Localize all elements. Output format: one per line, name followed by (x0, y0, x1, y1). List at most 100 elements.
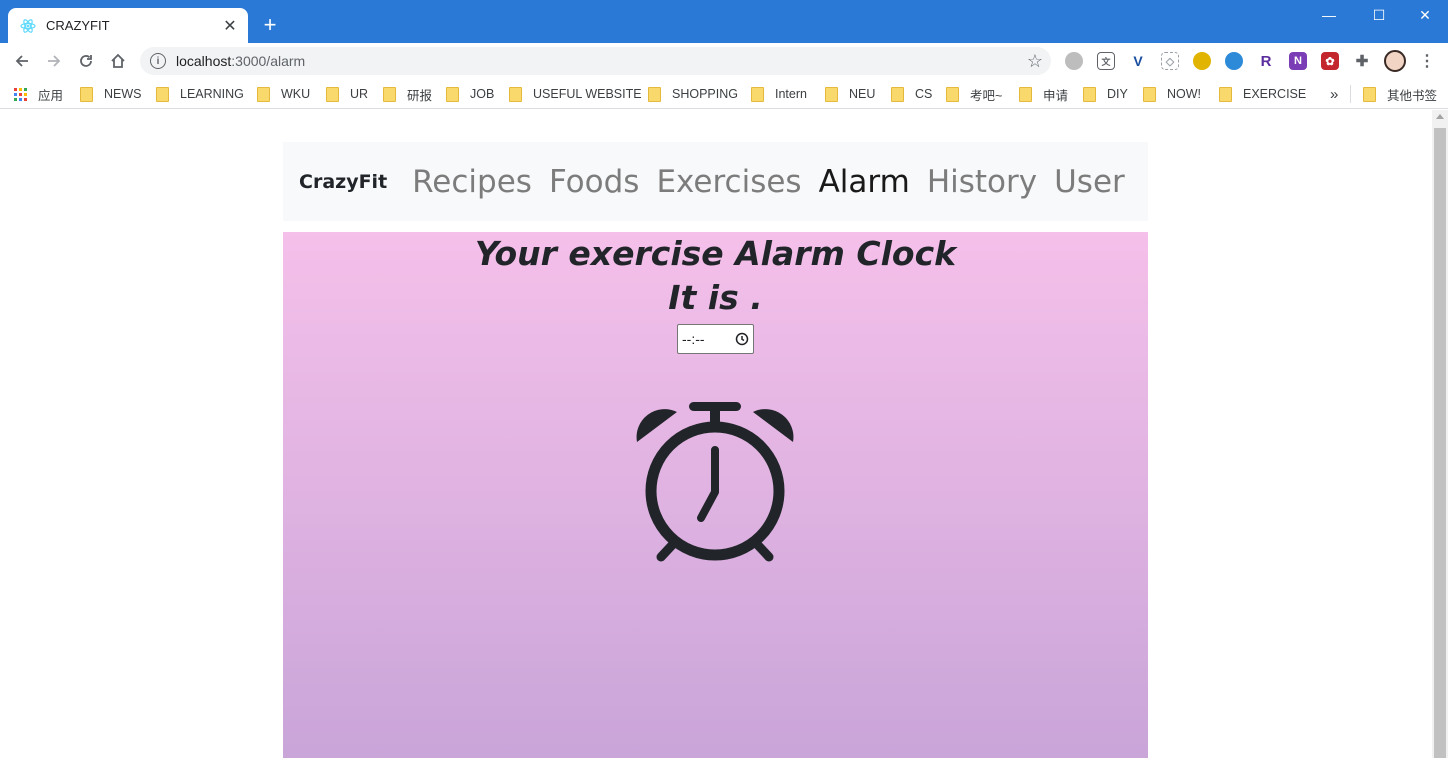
nav-link-foods[interactable]: Foods (549, 164, 640, 200)
close-window-button[interactable]: ✕ (1402, 0, 1448, 30)
shield-extension-icon[interactable]: 文 (1097, 52, 1115, 70)
bookmarks-bar: 应用 NEWS LEARNING WKU UR 研报 JOB USEFUL WE… (0, 79, 1448, 109)
arrow-right-icon (48, 55, 61, 67)
bookmark-label: 申请 (1043, 88, 1069, 103)
reload-icon (80, 55, 92, 67)
home-button[interactable] (104, 47, 132, 75)
browser-titlebar: CRAZYFIT ✕ + — ☐ ✕ (0, 0, 1448, 43)
folder-icon (156, 86, 169, 102)
folder-icon (1219, 86, 1232, 102)
bookmark-folder[interactable]: NEWS (80, 85, 142, 103)
folder-icon (1083, 86, 1096, 102)
bookmark-label: 其他书签 (1387, 88, 1438, 103)
bookmark-label: NEU (849, 87, 876, 101)
bookmark-star-icon[interactable]: ☆ (1027, 51, 1043, 71)
puzzle-extensions-icon[interactable]: ✚ (1353, 52, 1371, 70)
reload-button[interactable] (72, 47, 100, 75)
bookmark-label: Intern (775, 87, 807, 101)
nav-link-user[interactable]: User (1054, 164, 1125, 200)
folder-icon (891, 86, 904, 102)
bookmark-label: SHOPPING (672, 87, 738, 101)
new-tab-button[interactable]: + (258, 14, 282, 38)
bookmark-folder[interactable]: 申请 (1019, 85, 1068, 103)
menu-kebab-icon[interactable]: ⋮ (1418, 52, 1436, 70)
page-scrollbar[interactable] (1432, 110, 1448, 758)
bookmarks-overflow-button[interactable]: » (1330, 85, 1338, 103)
folder-icon (751, 86, 764, 102)
dashed-extension-icon[interactable]: ◇ (1161, 52, 1179, 70)
folder-icon (1363, 86, 1376, 102)
nav-link-alarm[interactable]: Alarm (819, 164, 910, 200)
bookmark-label: LEARNING (180, 87, 244, 101)
bookmark-folder[interactable]: LEARNING (156, 85, 244, 103)
bookmark-folder[interactable]: Intern (751, 85, 807, 103)
bookmark-folder[interactable]: NOW! (1143, 85, 1201, 103)
bookmark-label: CS (915, 87, 933, 101)
folder-icon (446, 86, 459, 102)
tab-close-icon[interactable]: ✕ (218, 14, 242, 38)
bookmark-folder[interactable]: DIY (1083, 85, 1128, 103)
forward-button[interactable] (40, 47, 68, 75)
bookmark-folder[interactable]: NEU (825, 85, 875, 103)
bookmark-other[interactable]: 其他书签 (1363, 85, 1437, 103)
bookmark-label: NOW! (1167, 87, 1202, 101)
nav-link-recipes[interactable]: Recipes (412, 164, 532, 200)
bookmark-label: NEWS (104, 87, 142, 101)
scrollbar-thumb[interactable] (1434, 128, 1446, 758)
yellow-extension-icon[interactable] (1193, 52, 1211, 70)
bookmark-folder[interactable]: JOB (446, 85, 494, 103)
bookmark-label: 考吧~ (970, 88, 1003, 103)
alarm-clock-icon (636, 402, 794, 562)
react-icon (20, 18, 36, 34)
r-extension-icon[interactable]: R (1257, 52, 1275, 70)
bookmark-folder[interactable]: EXERCISE (1219, 85, 1306, 103)
nav-link-exercises[interactable]: Exercises (656, 164, 801, 200)
folder-icon (383, 86, 396, 102)
folder-icon (946, 86, 959, 102)
bookmark-folder[interactable]: WKU (257, 85, 310, 103)
bookmark-folder[interactable]: USEFUL WEBSITE (509, 85, 642, 103)
maximize-button[interactable]: ☐ (1356, 0, 1402, 30)
bookmark-label: UR (350, 87, 369, 101)
folder-icon (1019, 86, 1032, 102)
clock-picker-icon[interactable] (735, 332, 749, 346)
blue-extension-icon[interactable] (1225, 52, 1243, 70)
globe-extension-icon[interactable] (1065, 52, 1083, 70)
vue-extension-icon[interactable]: V (1129, 52, 1147, 70)
current-time-text: It is . (668, 278, 763, 317)
bookmark-folder[interactable]: CS (891, 85, 932, 103)
alarm-time-input[interactable]: --:-- (677, 324, 754, 354)
scroll-up-arrow-icon[interactable] (1436, 114, 1444, 119)
bookmark-folder[interactable]: 研报 (383, 85, 432, 103)
url-host: localhost (176, 53, 232, 69)
bookmark-label: 应用 (38, 88, 64, 103)
folder-icon (326, 86, 339, 102)
bookmark-folder[interactable]: SHOPPING (648, 85, 738, 103)
apps-grid-icon (14, 87, 27, 101)
folder-icon (257, 86, 270, 102)
onenote-extension-icon[interactable]: N (1289, 52, 1307, 70)
folder-icon (1143, 86, 1156, 102)
bookmarks-divider (1350, 85, 1351, 103)
bookmark-apps[interactable]: 应用 (14, 85, 63, 103)
profile-avatar[interactable] (1384, 50, 1406, 72)
bookmark-label: JOB (470, 87, 495, 101)
navbar-brand[interactable]: CrazyFit (299, 171, 387, 193)
red-extension-icon[interactable]: ✿ (1321, 52, 1339, 70)
folder-icon (648, 86, 661, 102)
bookmark-folder[interactable]: 考吧~ (946, 85, 1002, 103)
bookmark-label: DIY (1107, 87, 1128, 101)
minimize-button[interactable]: — (1306, 0, 1352, 30)
home-icon (111, 53, 125, 68)
browser-tab[interactable]: CRAZYFIT ✕ (8, 8, 248, 43)
tab-title: CRAZYFIT (46, 18, 110, 33)
site-info-icon[interactable]: i (150, 53, 166, 69)
address-bar[interactable]: i localhost :3000/alarm ☆ (140, 47, 1051, 75)
alarm-panel: Your exercise Alarm Clock It is . --:-- (283, 232, 1148, 758)
folder-icon (80, 86, 93, 102)
bookmark-label: 研报 (407, 88, 433, 103)
arrow-left-icon (15, 55, 28, 67)
bookmark-folder[interactable]: UR (326, 85, 368, 103)
nav-link-history[interactable]: History (927, 164, 1037, 200)
back-button[interactable] (8, 47, 36, 75)
